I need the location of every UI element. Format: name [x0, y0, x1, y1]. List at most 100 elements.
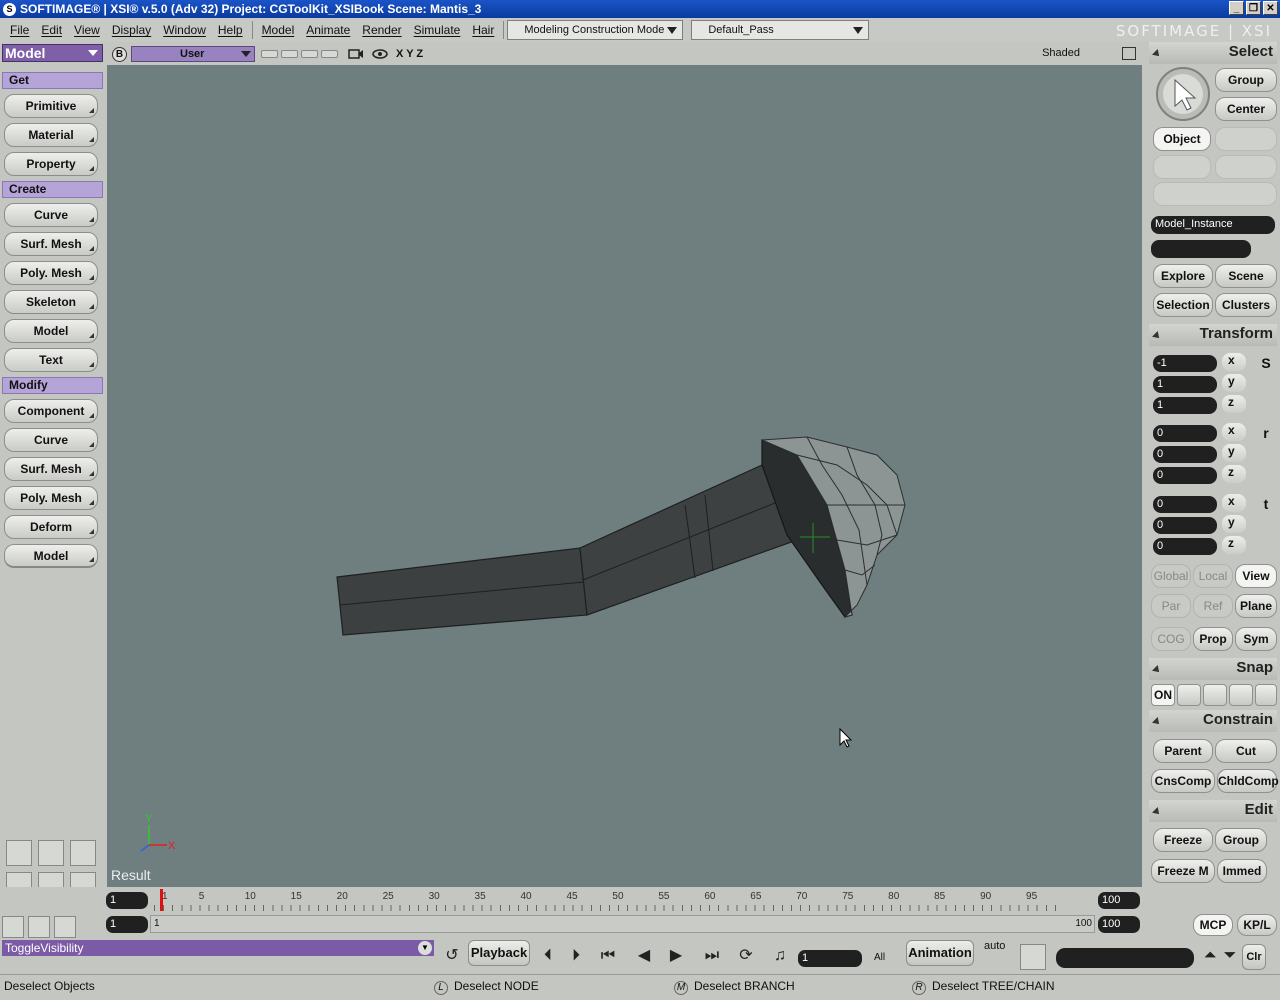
translate-y-field[interactable]: 0	[1153, 517, 1217, 534]
menu-model[interactable]: Model	[256, 23, 301, 37]
timeline-end-field[interactable]: 100	[1098, 892, 1140, 909]
modify-component-button[interactable]: Component	[4, 399, 98, 423]
scale-y-toggle[interactable]: y	[1222, 374, 1246, 392]
minimize-button[interactable]: _	[1229, 1, 1244, 15]
scale-z-field[interactable]: 1	[1153, 397, 1217, 414]
group-edit-button[interactable]: Group	[1215, 828, 1267, 852]
section-get[interactable]: Get	[2, 72, 103, 89]
kpl-button[interactable]: KP/L	[1237, 914, 1277, 936]
global-button[interactable]: Global	[1151, 564, 1191, 588]
playback-button[interactable]: Playback	[468, 940, 530, 966]
key-down-icon[interactable]: ⏷	[1218, 944, 1242, 968]
range-start-field[interactable]: 1	[106, 916, 148, 933]
ref-button[interactable]: Ref	[1193, 594, 1233, 618]
next-frame-icon[interactable]: ⏵	[564, 944, 588, 968]
rotate-y-field[interactable]: 0	[1153, 446, 1217, 463]
timeline-start-field[interactable]: 1	[106, 892, 148, 909]
command-dropdown[interactable]: ToggleVisibility ▼	[2, 940, 434, 956]
select-filter-button[interactable]	[1153, 182, 1277, 206]
range-end-field[interactable]: 100	[1098, 916, 1140, 933]
scale-icon[interactable]: S	[1259, 355, 1273, 373]
menu-view[interactable]: View	[68, 23, 106, 37]
maximize-viewport-icon[interactable]	[1122, 47, 1136, 60]
create-surf-mesh-button[interactable]: Surf. Mesh	[4, 232, 98, 256]
animation-button[interactable]: Animation	[906, 940, 974, 966]
loop-icon[interactable]: ⟳	[734, 944, 758, 968]
layout-quad-icon[interactable]	[70, 840, 96, 866]
auto-key-toggle[interactable]: auto	[984, 940, 1005, 952]
viewport-tab[interactable]	[301, 50, 318, 58]
modify-model-button[interactable]: Model	[4, 544, 98, 568]
scale-y-field[interactable]: 1	[1153, 376, 1217, 393]
current-frame-field[interactable]: 1	[798, 950, 862, 967]
scale-x-toggle[interactable]: x	[1222, 353, 1246, 371]
translate-z-field[interactable]: 0	[1153, 538, 1217, 555]
explore-button[interactable]: Explore	[1153, 264, 1213, 288]
menu-edit[interactable]: Edit	[35, 23, 68, 37]
modify-deform-button[interactable]: Deform	[4, 515, 98, 539]
plane-button[interactable]: Plane	[1235, 594, 1277, 618]
scene-render[interactable]: Y X	[107, 65, 1142, 887]
menu-render[interactable]: Render	[356, 23, 407, 37]
play-forward-icon[interactable]: ▶	[664, 944, 688, 968]
snap-surface-icon[interactable]	[1229, 684, 1253, 706]
parent-button[interactable]: Parent	[1153, 739, 1213, 763]
selection-sub-field[interactable]	[1151, 240, 1251, 258]
create-curve-button[interactable]: Curve	[4, 203, 98, 227]
translate-y-toggle[interactable]: y	[1222, 515, 1246, 533]
menu-hair[interactable]: Hair	[466, 23, 500, 37]
cnscomp-button[interactable]: CnsComp	[1151, 769, 1215, 793]
get-property-button[interactable]: Property	[4, 152, 98, 176]
viewport[interactable]: B User X Y Z Shaded Y X Result	[107, 43, 1142, 887]
selection-name-field[interactable]: Model_Instance	[1151, 216, 1275, 234]
create-text-button[interactable]: Text	[4, 348, 98, 372]
chldcomp-button[interactable]: ChldComp	[1217, 769, 1279, 793]
brush-tool-icon[interactable]	[28, 916, 50, 938]
menu-help[interactable]: Help	[212, 23, 249, 37]
create-model-button[interactable]: Model	[4, 319, 98, 343]
menu-file[interactable]: File	[4, 23, 35, 37]
undo-tool-icon[interactable]: ↺	[440, 944, 464, 968]
timeline[interactable]: 1 1 5 10 15 20 25 30 35 40 45 50 55 60 65 70 75 80 85 90 95…	[0, 887, 1146, 938]
select-empty-button[interactable]	[1215, 155, 1277, 179]
section-select[interactable]: Select	[1149, 42, 1277, 64]
palette-tool-icon[interactable]	[54, 916, 76, 938]
section-edit[interactable]: Edit	[1149, 800, 1277, 822]
get-material-button[interactable]: Material	[4, 123, 98, 147]
axis-toggles[interactable]: X Y Z	[396, 48, 423, 60]
construction-mode-dropdown[interactable]: Modeling Construction Mode	[507, 20, 684, 40]
translate-x-toggle[interactable]: x	[1222, 494, 1246, 512]
select-group-button[interactable]: Group	[1215, 68, 1277, 92]
playhead[interactable]	[160, 889, 163, 911]
timeline-ruler[interactable]: 1 5 10 15 20 25 30 35 40 45 50 55 60 65 70 75 80 85 90 95	[154, 889, 1064, 911]
rotate-x-toggle[interactable]: x	[1222, 423, 1246, 441]
eye-icon[interactable]	[372, 48, 388, 60]
section-transform[interactable]: Transform	[1149, 324, 1277, 346]
cut-button[interactable]: Cut	[1215, 739, 1277, 763]
camera-icon[interactable]	[348, 48, 364, 60]
translate-x-field[interactable]: 0	[1153, 496, 1217, 513]
cog-button[interactable]: COG	[1151, 627, 1191, 651]
freeze-m-button[interactable]: Freeze M	[1151, 859, 1215, 883]
range-slider[interactable]: 1 100	[150, 915, 1095, 933]
view-button[interactable]: View	[1235, 564, 1277, 588]
snap-grid-icon[interactable]	[1255, 684, 1277, 706]
menu-display[interactable]: Display	[106, 23, 157, 37]
snap-point-icon[interactable]	[1177, 684, 1201, 706]
maximize-button[interactable]: ❐	[1246, 1, 1261, 15]
play-backward-icon[interactable]: ◀	[632, 944, 656, 968]
menu-simulate[interactable]: Simulate	[408, 23, 467, 37]
select-empty-button[interactable]	[1215, 127, 1277, 151]
select-center-button[interactable]: Center	[1215, 97, 1277, 121]
shading-mode-dropdown[interactable]: Shaded	[1042, 47, 1080, 59]
freeze-button[interactable]: Freeze	[1153, 828, 1213, 852]
prev-frame-icon[interactable]: ⏴	[536, 944, 560, 968]
translate-z-toggle[interactable]: z	[1222, 536, 1246, 554]
create-poly-mesh-button[interactable]: Poly. Mesh	[4, 261, 98, 285]
first-frame-icon[interactable]: ⏮	[596, 944, 620, 968]
last-frame-icon[interactable]: ⏭	[700, 944, 724, 968]
modify-curve-button[interactable]: Curve	[4, 428, 98, 452]
create-skeleton-button[interactable]: Skeleton	[4, 290, 98, 314]
snap-on-toggle[interactable]: ON	[1151, 684, 1175, 706]
module-dropdown[interactable]: Model	[2, 44, 103, 62]
